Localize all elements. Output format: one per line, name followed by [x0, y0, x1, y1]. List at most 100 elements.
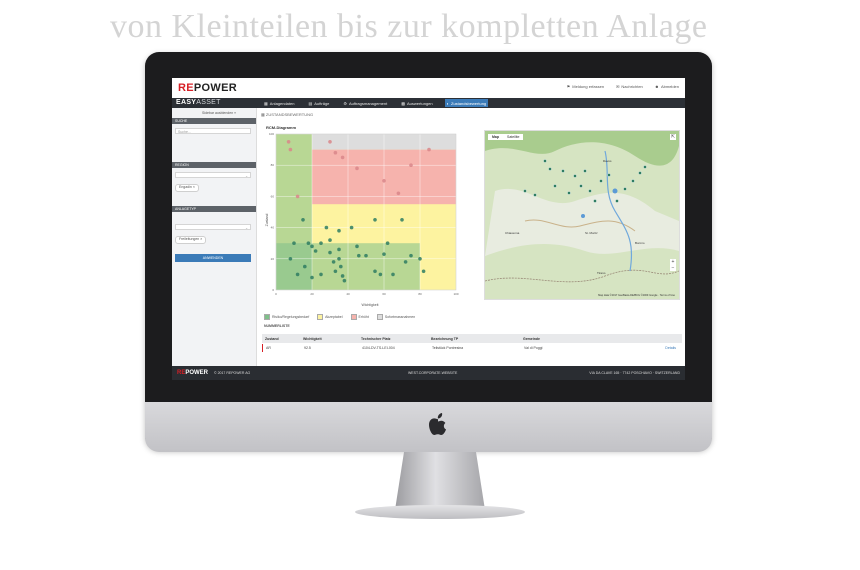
gauge-icon: ◐	[446, 101, 450, 106]
footer-left: REPOWER © 2017 REPOWER AG	[177, 370, 250, 376]
x-tick-label: 100	[453, 292, 458, 296]
copyright: © 2017 REPOWER AG	[214, 371, 251, 375]
legend-item-akzeptabel: Akzeptabel	[317, 314, 343, 320]
table-row[interactable]: AR 92.5 4104-DV-TS-LEI-004 Teilstück Pon…	[262, 344, 683, 352]
zoom-out-icon[interactable]: −	[670, 265, 676, 271]
main-content: ▦ ZUSTANDSBEWERTUNG RCM-Diagramm 0 20 40 60…	[258, 108, 685, 366]
legend-swatch	[376, 314, 383, 320]
column-header[interactable]: Zustand	[262, 337, 303, 341]
column-header[interactable]: Wichtigkeit	[303, 337, 361, 341]
logout-link[interactable]: ☻ Abmelden	[655, 84, 679, 89]
zoom-control[interactable]: + −	[670, 259, 676, 271]
chevron-down-icon: ⌄	[245, 174, 248, 178]
map-marker	[583, 169, 587, 173]
tab-auftragsmanagement[interactable]: ⚙ Auftragsmanagement	[341, 100, 389, 107]
data-point	[385, 241, 390, 245]
backdrop-heading: von Kleinteilen bis zur kompletten Anlag…	[110, 8, 708, 45]
cell-bezeichnung: Teilstück Pontresina	[432, 346, 464, 350]
data-point	[310, 244, 314, 249]
footer-website-link[interactable]: WEST.CORPORATE.WEBSITE	[408, 371, 457, 375]
section-header-region: REGION	[172, 162, 256, 168]
anlagetyp-select[interactable]: ⌄	[175, 224, 251, 230]
data-point	[319, 241, 323, 245]
x-axis-label: Wichtigkeit	[362, 303, 379, 307]
map-marker	[638, 171, 642, 175]
data-point	[328, 250, 332, 255]
map-marker	[643, 165, 647, 169]
data-point	[313, 249, 318, 253]
search-input[interactable]: Suche...	[175, 128, 251, 134]
map-marker	[561, 169, 565, 173]
column-header[interactable]: Bezeichnung TP	[431, 337, 523, 341]
map-marker	[548, 167, 552, 171]
map-label: St. Moritz	[585, 231, 598, 235]
data-point	[382, 252, 386, 256]
easyasset-brand[interactable]: EASYASSET	[176, 99, 221, 106]
map-marker	[588, 189, 592, 193]
details-link[interactable]: Details	[616, 346, 676, 350]
imac-base	[355, 505, 525, 519]
map-marker	[553, 184, 557, 188]
map-marker	[607, 173, 611, 177]
data-point	[306, 241, 311, 245]
chart-icon: ▩	[401, 101, 406, 106]
data-point	[328, 140, 332, 144]
data-point	[400, 218, 404, 222]
legend-item-sofort: Sofortmassnahmen	[376, 314, 415, 320]
footer: REPOWER © 2017 REPOWER AG WEST.CORPORATE…	[172, 366, 685, 380]
data-point	[337, 228, 341, 233]
data-point	[409, 163, 413, 167]
region-select[interactable]: ⌄	[175, 172, 251, 178]
data-point	[295, 194, 300, 199]
legend-item-erhoeht: Erhöht	[350, 314, 369, 320]
data-point	[427, 147, 431, 152]
legend-swatch	[350, 314, 357, 320]
apply-button[interactable]: ANWENDEN	[175, 254, 251, 262]
column-header[interactable]: Gemeinde	[523, 337, 615, 341]
fullscreen-icon[interactable]: ⇱	[670, 134, 676, 140]
y-tick-label: 40	[271, 226, 275, 230]
report-link[interactable]: ⚑ Meldung erfassen	[567, 84, 604, 89]
data-point	[357, 253, 361, 258]
breadcrumb: ▦ ZUSTANDSBEWERTUNG	[261, 112, 314, 117]
top-bar: REPOWER ⚑ Meldung erfassen ✉ Nachrichten ☻…	[172, 78, 685, 99]
data-point	[342, 278, 347, 283]
cell-gemeinde: Val di Poggi	[524, 346, 543, 350]
data-point	[339, 264, 343, 269]
apple-logo-icon	[429, 413, 446, 435]
data-point	[382, 179, 386, 183]
data-point	[324, 225, 329, 230]
data-point	[355, 166, 359, 171]
map-type-tabs: Map Satellite	[488, 134, 524, 140]
tab-zustandsbewertung[interactable]: ◐ Zustandsbewertung	[444, 99, 489, 107]
repower-logo: REPOWER	[178, 82, 237, 94]
map-marker	[533, 193, 537, 197]
y-tick-label: 0	[272, 288, 274, 292]
data-point	[328, 238, 332, 242]
column-header[interactable]: Technischer Platz	[361, 337, 431, 341]
tab-anlagendaten[interactable]: ▦ Anlagendaten	[262, 100, 296, 107]
document-icon: ▤	[308, 101, 313, 106]
tab-auftraege[interactable]: ▤ Aufträge	[306, 100, 331, 107]
y-tick-label: 20	[271, 257, 275, 261]
messages-link[interactable]: ✉ Nachrichten	[616, 84, 643, 89]
y-axis-label: Zustand	[265, 214, 269, 227]
map-panel[interactable]: Map Satellite ⇱ + − Davos St. Moritz Borm…	[484, 130, 680, 300]
anlagetyp-chip[interactable]: Freileitungen ×	[175, 236, 207, 244]
legend-item-risiko: Risiko/Regelungsbedarf	[264, 314, 309, 320]
data-point	[301, 218, 305, 222]
tab-auswertungen[interactable]: ▩ Auswertungen	[399, 100, 434, 107]
x-tick-label: 80	[418, 292, 422, 296]
region-chip[interactable]: Engadin ×	[175, 184, 199, 192]
y-tick-label: 100	[269, 132, 274, 136]
data-point	[373, 218, 377, 222]
map-marker	[631, 179, 635, 183]
data-point	[286, 140, 291, 144]
map-tab-satellite[interactable]: Satellite	[503, 134, 523, 140]
sidebar-collapse[interactable]: Sidebar ausblenden «	[202, 111, 236, 115]
data-point	[292, 241, 296, 245]
gear-icon: ⚙	[343, 101, 347, 106]
map-terrain	[485, 131, 679, 299]
table-header: Zustand Wichtigkeit Technischer Platz Be…	[262, 334, 682, 343]
map-tab-map[interactable]: Map	[488, 134, 503, 140]
